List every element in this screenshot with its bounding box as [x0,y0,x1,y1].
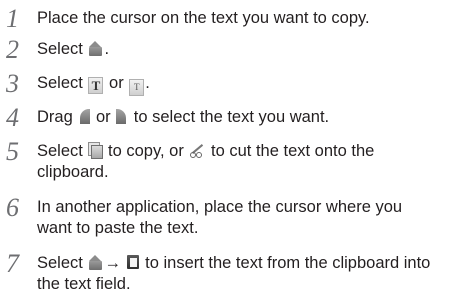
step-text: Drag or to select the text you want. [37,107,445,128]
step-text: Select . [37,39,445,60]
home-icon [88,255,103,270]
step-text-part: or [91,108,116,126]
step-text-part: Select [37,254,88,272]
step-number: 4 [6,103,19,132]
step-text: In another application, place the cursor… [37,197,445,239]
step-text-part: Drag [37,108,78,126]
step-number: 1 [6,4,19,33]
step-number: 6 [6,193,19,222]
step-number: 3 [6,69,19,98]
text-select-icon: T [88,77,104,94]
text-select-all-icon: T [129,79,145,96]
step-number: 2 [6,35,19,64]
step-text-part: Select [37,142,88,160]
step-text-part: Select [37,40,88,58]
step-text-part: to select the text you want. [129,108,330,126]
step-text-part: or [104,74,129,92]
home-icon [88,41,103,56]
step-text: Place the cursor on the text you want to… [37,9,370,27]
step-text-part: In another application, place the cursor… [37,198,403,216]
step-number: 7 [6,249,19,278]
step-text-part: Select [37,74,88,92]
step-text: Select to copy, or to cut the text onto … [37,141,445,183]
step-number: 5 [6,137,19,166]
step-text-part: to copy, or [103,142,189,160]
arrow-glyph: → [104,254,121,272]
paste-icon [126,254,140,270]
step-text-part: to cut the text onto the [206,142,375,160]
step-text-part: . [104,40,110,58]
selection-handle-left-icon [78,107,91,124]
step-text-part: . [145,74,150,92]
step-text-part: clipboard. [37,163,109,181]
step-text-part: to insert the text from the clipboard in… [140,254,431,272]
instruction-steps: 1 Place the cursor on the text you want … [0,0,451,295]
step-text-part: the text field. [37,275,131,293]
cut-icon [189,142,205,158]
copy-icon [88,142,104,159]
selection-handle-right-icon [116,107,128,124]
step-text: Select T or T. [37,73,445,96]
step-text-part: want to paste the text. [37,219,199,237]
step-text: Select → to insert the text from the cli… [37,253,445,295]
